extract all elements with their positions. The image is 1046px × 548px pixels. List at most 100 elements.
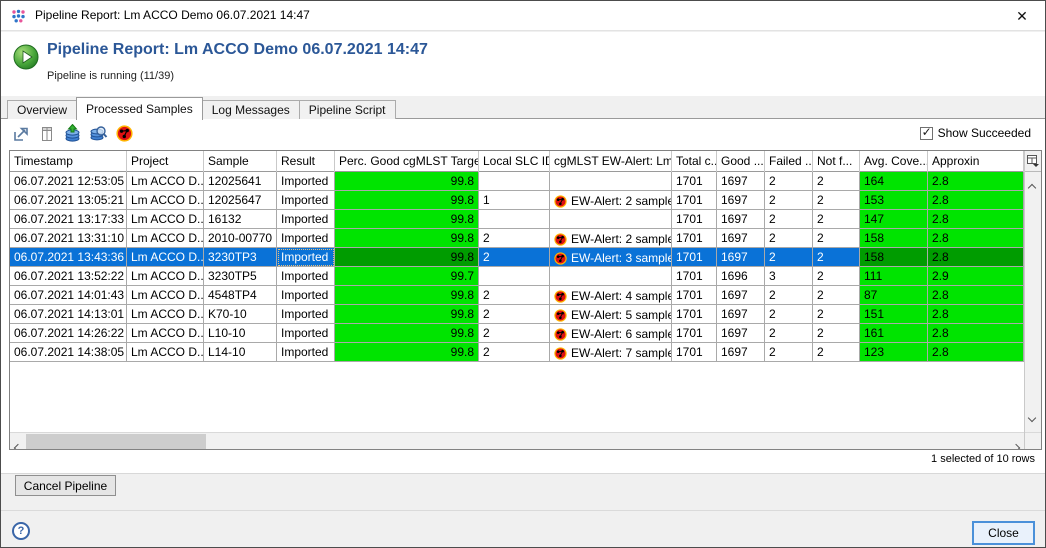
close-button[interactable]: Close — [972, 521, 1035, 545]
column-header-not-f[interactable]: Not f... — [813, 151, 860, 172]
cell-timestamp: 06.07.2021 14:01:43 — [10, 286, 127, 305]
tab-pipeline-script[interactable]: Pipeline Script — [299, 100, 396, 119]
table-row[interactable]: 06.07.2021 12:53:05Lm ACCO D...12025641I… — [10, 172, 1024, 191]
column-header-project[interactable]: Project — [127, 151, 204, 172]
cell-slc: 2 — [479, 248, 550, 267]
page-title: Pipeline Report: Lm ACCO Demo 06.07.2021… — [47, 41, 428, 59]
cell-approx: 2.8 — [928, 286, 1024, 305]
pipeline-status-text: Pipeline is running (11/39) — [47, 70, 174, 82]
cell-approx: 2.9 — [928, 267, 1024, 286]
cell-perc: 99.8 — [335, 172, 479, 191]
help-icon[interactable]: ? — [12, 522, 30, 540]
pipeline-report-dialog: Pipeline Report: Lm ACCO Demo 06.07.2021… — [0, 0, 1046, 548]
vertical-scrollbar[interactable] — [1025, 172, 1041, 432]
column-header-result[interactable]: Result — [277, 151, 335, 172]
tab-processed-samples[interactable]: Processed Samples — [76, 97, 203, 120]
cell-approx: 2.8 — [928, 305, 1024, 324]
scroll-right-icon[interactable] — [1013, 438, 1019, 449]
alert-text: EW-Alert: 7 samples — [571, 346, 672, 360]
cell-timestamp: 06.07.2021 13:17:33 — [10, 210, 127, 229]
ew-alert-icon[interactable] — [115, 124, 134, 143]
table-row[interactable]: 06.07.2021 13:31:10Lm ACCO D...2010-0077… — [10, 229, 1024, 248]
cell-perc: 99.8 — [335, 248, 479, 267]
table-row[interactable]: 06.07.2021 13:43:36Lm ACCO D...3230TP3Im… — [10, 248, 1024, 267]
table-row[interactable]: 06.07.2021 13:17:33Lm ACCO D...16132Impo… — [10, 210, 1024, 229]
cell-slc: 2 — [479, 305, 550, 324]
cell-slc — [479, 267, 550, 286]
cell-good: 1697 — [717, 229, 765, 248]
column-header-good[interactable]: Good ... — [717, 151, 765, 172]
database-upload-icon[interactable] — [63, 124, 82, 143]
checkbox-box[interactable]: ✓ — [920, 127, 933, 140]
horizontal-scrollbar[interactable] — [10, 432, 1024, 449]
table-row[interactable]: 06.07.2021 14:13:01Lm ACCO D...K70-10Imp… — [10, 305, 1024, 324]
cell-notfound: 2 — [813, 324, 860, 343]
cell-project: Lm ACCO D... — [127, 324, 204, 343]
column-header-sample[interactable]: Sample — [204, 151, 277, 172]
database-search-icon[interactable] — [89, 124, 108, 143]
cell-good: 1697 — [717, 286, 765, 305]
table-row[interactable]: 06.07.2021 13:05:21Lm ACCO D...12025647I… — [10, 191, 1024, 210]
cell-slc: 2 — [479, 343, 550, 362]
cell-good: 1697 — [717, 248, 765, 267]
table-main: TimestampProjectSampleResultPerc. Good c… — [10, 151, 1024, 449]
cell-slc — [479, 210, 550, 229]
tab-log-messages[interactable]: Log Messages — [202, 100, 300, 119]
scroll-up-icon[interactable] — [1029, 178, 1035, 196]
cell-notfound: 2 — [813, 286, 860, 305]
column-header-approxin[interactable]: Approxin — [928, 151, 1024, 172]
column-header-cgmlst-ew-alert-lm-a[interactable]: cgMLST EW-Alert: Lm A... — [550, 151, 672, 172]
cell-good: 1696 — [717, 267, 765, 286]
column-header-perc-good-cgmlst-targets[interactable]: Perc. Good cgMLST Targets — [335, 151, 479, 172]
cell-approx: 2.8 — [928, 324, 1024, 343]
cell-perc: 99.8 — [335, 191, 479, 210]
alert-text: EW-Alert: 6 samples — [571, 327, 672, 341]
cell-sample: 2010-00770 — [204, 229, 277, 248]
cell-avg: 147 — [860, 210, 928, 229]
cell-alert: EW-Alert: 2 samples — [550, 191, 672, 210]
cell-result: Imported — [277, 229, 335, 248]
scroll-left-icon[interactable] — [15, 438, 21, 449]
table-row[interactable]: 06.07.2021 14:38:05Lm ACCO D...L14-10Imp… — [10, 343, 1024, 362]
column-header-avg-cove[interactable]: Avg. Cove... — [860, 151, 928, 172]
column-settings-icon[interactable] — [37, 124, 56, 143]
cell-failed: 2 — [765, 248, 813, 267]
cell-total: 1701 — [672, 172, 717, 191]
column-header-timestamp[interactable]: Timestamp — [10, 151, 127, 172]
alert-text: EW-Alert: 5 samples — [571, 308, 672, 322]
column-header-local-slc-id[interactable]: Local SLC ID — [479, 151, 550, 172]
tab-overview[interactable]: Overview — [7, 100, 77, 119]
close-icon[interactable]: ✕ — [1011, 6, 1033, 26]
cell-perc: 99.7 — [335, 267, 479, 286]
table-row[interactable]: 06.07.2021 13:52:22Lm ACCO D...3230TP5Im… — [10, 267, 1024, 286]
alert-text: EW-Alert: 2 samples — [571, 232, 672, 246]
show-succeeded-checkbox[interactable]: ✓ Show Succeeded — [920, 126, 1031, 140]
horizontal-scroll-thumb[interactable] — [26, 434, 206, 449]
cell-alert: EW-Alert: 6 samples — [550, 324, 672, 343]
table-row[interactable]: 06.07.2021 14:01:43Lm ACCO D...4548TP4Im… — [10, 286, 1024, 305]
column-config-button[interactable] — [1025, 151, 1041, 172]
cell-approx: 2.8 — [928, 343, 1024, 362]
cell-timestamp: 06.07.2021 13:52:22 — [10, 267, 127, 286]
cell-result: Imported — [277, 324, 335, 343]
tab-bar: OverviewProcessed SamplesLog MessagesPip… — [1, 96, 1045, 119]
cell-notfound: 2 — [813, 248, 860, 267]
cell-project: Lm ACCO D... — [127, 191, 204, 210]
cell-slc: 2 — [479, 286, 550, 305]
scroll-down-icon[interactable] — [1029, 408, 1035, 426]
samples-table: TimestampProjectSampleResultPerc. Good c… — [9, 150, 1042, 450]
cell-approx: 2.8 — [928, 248, 1024, 267]
cell-sample: 12025647 — [204, 191, 277, 210]
cell-good: 1697 — [717, 324, 765, 343]
cancel-pipeline-button[interactable]: Cancel Pipeline — [15, 475, 116, 496]
cell-sample: 3230TP3 — [204, 248, 277, 267]
cell-perc: 99.8 — [335, 210, 479, 229]
cell-approx: 2.8 — [928, 210, 1024, 229]
export-icon[interactable] — [11, 124, 30, 143]
column-header-failed[interactable]: Failed ... — [765, 151, 813, 172]
column-header-total-c[interactable]: Total c... — [672, 151, 717, 172]
cell-alert — [550, 210, 672, 229]
table-row[interactable]: 06.07.2021 14:26:22Lm ACCO D...L10-10Imp… — [10, 324, 1024, 343]
pipeline-running-icon — [13, 44, 39, 70]
cell-notfound: 2 — [813, 191, 860, 210]
